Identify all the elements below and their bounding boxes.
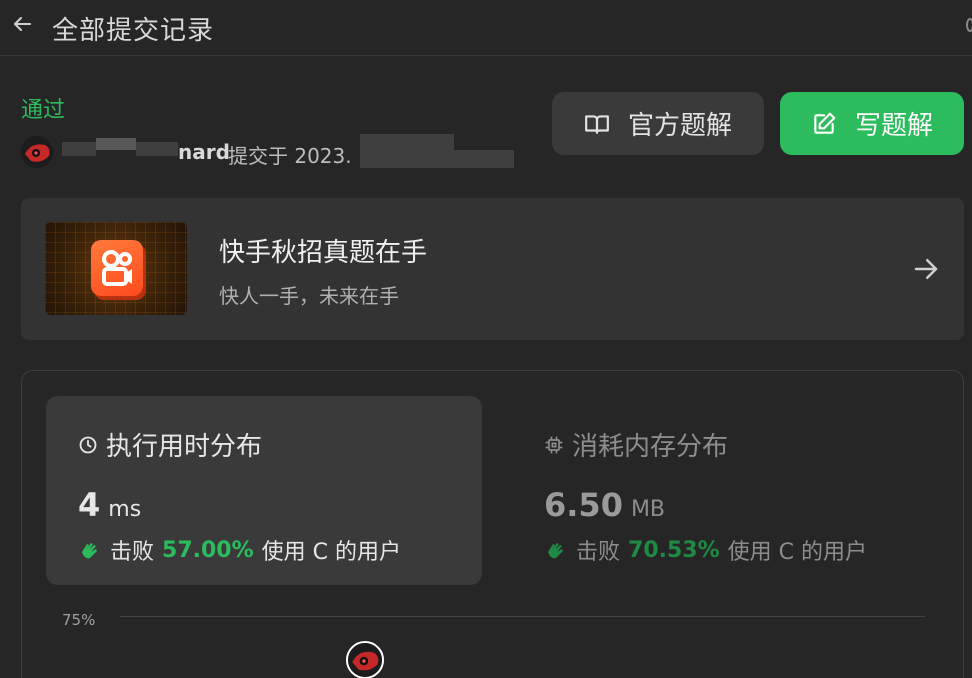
runtime-unit: ms [108,497,142,522]
memory-percent: 70.53% [628,537,720,563]
runtime-percent: 57.00% [162,537,254,563]
memory-beats-label: 击败 [576,540,621,565]
username[interactable]: nard [178,140,230,164]
memory-unit: MB [630,497,666,522]
memory-number: 6.50 [544,486,623,524]
more-icon[interactable] [966,18,972,32]
memory-beats: 击败 70.53% 使用 C 的用户 [544,534,867,566]
write-solution-label: 写题解 [854,111,933,141]
kuaishou-logo-icon [91,240,143,296]
runtime-heading: 执行用时分布 [78,426,262,463]
runtime-panel[interactable]: 执行用时分布 4 ms 击败 57.00% 使用 C 的用户 [46,396,482,585]
redacted-date [360,134,454,150]
clap-hands-icon [82,543,97,559]
runtime-number: 4 [78,486,101,524]
memory-heading-text: 消耗内存分布 [572,432,729,462]
runtime-value: 4 ms [78,486,141,524]
clock-icon [79,436,97,453]
official-solution-label: 官方题解 [627,111,732,141]
banner-subtitle: 快人一手，未来在手 [219,284,399,308]
banner-image [45,222,187,315]
runtime-beats: 击败 57.00% 使用 C 的用户 [78,534,401,566]
write-solution-button[interactable]: 写题解 [780,92,964,155]
redacted-username [96,138,136,150]
official-solution-button[interactable]: 官方题解 [552,92,764,155]
redacted-username [62,142,96,156]
avatar[interactable] [21,136,53,168]
status-label: 通过 [21,98,66,123]
chart-user-avatar[interactable] [346,641,384,678]
clap-hands-icon [548,543,563,559]
memory-value: 6.50 MB [544,486,665,524]
edit-icon [814,112,836,134]
chart-gridline [120,616,925,617]
chip-icon [545,436,563,453]
book-icon [585,114,609,134]
back-arrow-icon[interactable] [10,12,34,36]
redacted-username [136,142,178,156]
memory-panel[interactable]: 消耗内存分布 6.50 MB 击败 70.53% 使用 C 的用户 [512,396,948,585]
submitted-time: 提交于 2023. [228,144,352,168]
redacted-date [360,150,514,168]
memory-suffix: 使用 C 的用户 [727,540,868,565]
chart-y-tick: 75% [62,611,96,629]
performance-card: 执行用时分布 4 ms 击败 57.00% 使用 C 的用户 消耗内存分布 6.… [21,370,964,678]
runtime-suffix: 使用 C 的用户 [261,540,402,565]
runtime-heading-text: 执行用时分布 [106,432,263,462]
arrow-right-icon [914,259,938,279]
top-bar: 全部提交记录 [0,0,972,56]
memory-heading: 消耗内存分布 [544,426,728,463]
banner-title: 快手秋招真题在手 [219,238,428,268]
promo-banner[interactable]: 快手秋招真题在手 快人一手，未来在手 [21,198,964,340]
page-title: 全部提交记录 [52,16,215,46]
runtime-beats-label: 击败 [110,540,155,565]
